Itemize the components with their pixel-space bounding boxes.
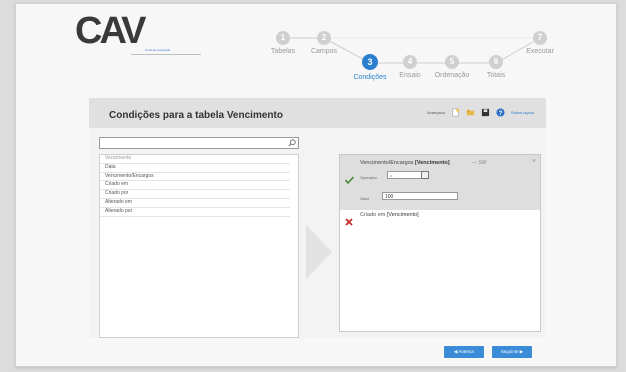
new-document-icon[interactable]	[451, 108, 460, 117]
page-title: Condições para a tabela Vencimento	[109, 110, 283, 121]
toolbar: Avançado ? Salvar layout	[427, 105, 534, 119]
condition-item[interactable]: Criado em [Vencimento]	[360, 212, 419, 218]
chevron-down-icon[interactable]	[421, 171, 429, 179]
save-icon[interactable]	[481, 108, 490, 117]
close-icon[interactable]: ×	[532, 158, 536, 165]
value-label: Valor	[360, 196, 370, 201]
condition-editor: Vencimento/Encargos [Vencimento] — SW × …	[340, 155, 540, 210]
advanced-label[interactable]: Avançado	[427, 110, 445, 115]
list-item[interactable]: Alterado em	[100, 199, 290, 208]
step-7-label[interactable]: Executar	[515, 48, 565, 55]
condition-title: Vencimento/Encargos [Vencimento]	[360, 160, 450, 166]
header-bar: Condições para a tabela Vencimento Avanç…	[89, 98, 546, 129]
step-6-label[interactable]: Totais	[471, 72, 521, 79]
value-input[interactable]: 100	[382, 192, 458, 200]
operator-value: =	[390, 173, 393, 178]
list-item[interactable]: Alterado por	[100, 208, 290, 217]
check-icon[interactable]	[345, 176, 354, 184]
help-icon[interactable]: ?	[496, 107, 505, 117]
step-5-number: 5	[449, 57, 455, 66]
next-button[interactable]: Seguinte ▶	[492, 346, 532, 358]
list-item[interactable]: Vencimento/Encargos	[100, 173, 290, 182]
search-input[interactable]	[99, 137, 299, 149]
previous-button[interactable]: ◀ Anterior	[444, 346, 484, 358]
step-2-number: 2	[321, 33, 327, 42]
step-6-number: 6	[493, 57, 499, 66]
operator-select[interactable]: =	[387, 171, 429, 179]
field-list: Vencimento Data Vencimento/Encargos Criado …	[99, 154, 299, 338]
list-group-header[interactable]: Vencimento	[100, 155, 290, 164]
step-5-label[interactable]: Ordenação	[427, 72, 477, 79]
step-7-number: 7	[537, 33, 543, 42]
wizard-steps: 1 2 3 4 5 6 7 Tabelas Campos Condições E…	[0, 0, 626, 100]
condition-ops: — SW	[472, 160, 487, 166]
list-item[interactable]: Data	[100, 164, 290, 173]
search-icon[interactable]	[288, 139, 296, 147]
operator-label: Operador	[360, 175, 377, 180]
save-layout-link[interactable]: Salvar layout	[511, 110, 534, 115]
svg-text:?: ?	[498, 109, 502, 116]
folder-icon[interactable]	[466, 108, 475, 117]
content-area: Vencimento Data Vencimento/Encargos Criado …	[89, 128, 546, 338]
list-item[interactable]: Criado por	[100, 190, 290, 199]
conditions-panel: Vencimento/Encargos [Vencimento] — SW × …	[339, 154, 541, 332]
remove-icon[interactable]	[345, 218, 353, 226]
step-2-label[interactable]: Campos	[299, 48, 349, 55]
arrow-right-icon	[306, 225, 332, 279]
list-item[interactable]: Criado em	[100, 181, 290, 191]
